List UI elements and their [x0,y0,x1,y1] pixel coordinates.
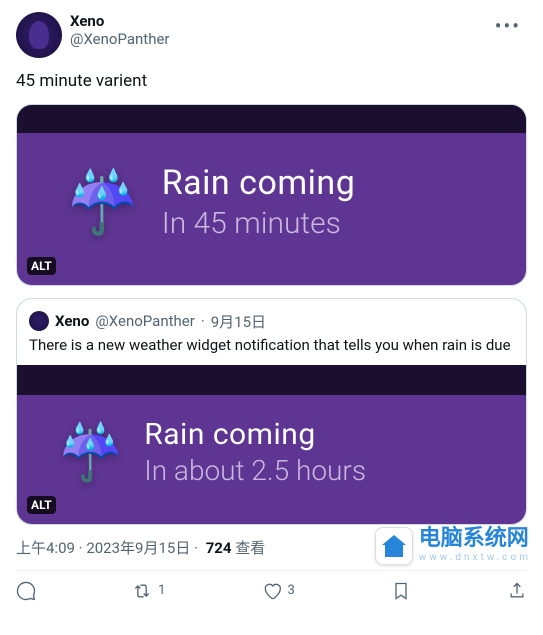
bookmark-button[interactable] [391,581,411,601]
tweet-date[interactable]: 2023年9月15日 [86,539,190,557]
user-handle: @XenoPanther [70,30,481,48]
avatar[interactable] [16,12,62,58]
author-names[interactable]: Xeno @XenoPanther [70,12,481,48]
share-button[interactable] [507,581,527,601]
umbrella-icon: ☔ [65,173,140,233]
tweet-media[interactable]: ☔ Rain coming In 45 minutes ALT [16,104,527,286]
views-count: 724 [206,539,232,557]
tweet-actions: 1 3 [16,570,527,601]
bookmark-icon [391,581,411,601]
quote-weather-widget: ☔ Rain coming In about 2.5 hours [17,365,526,523]
quoted-tweet[interactable]: Xeno @XenoPanther · 9月15日 There is a new… [16,298,527,525]
tweet-time[interactable]: 上午4:09 [16,539,75,557]
like-count: 3 [288,583,295,598]
heart-icon [262,581,282,601]
quote-text: There is a new weather widget notificati… [17,336,526,366]
quote-avatar [29,311,49,331]
quote-weather-title: Rain coming [144,417,366,453]
quote-date: 9月15日 [211,311,266,332]
like-button[interactable]: 3 [262,581,295,601]
quote-media: ☔ Rain coming In about 2.5 hours ALT [17,365,526,523]
reply-button[interactable] [16,581,36,601]
quote-handle: @XenoPanther [95,312,195,330]
tweet-text: 45 minute varient [16,70,527,92]
views-label: 查看 [235,539,265,557]
retweet-count: 1 [158,583,165,598]
tweet-meta: 上午4:09 · 2023年9月15日 · 724 查看 [16,537,527,558]
weather-subtitle: In 45 minutes [162,204,356,243]
umbrella-icon: ☔ [57,427,124,481]
display-name: Xeno [70,12,481,30]
share-icon [507,581,527,601]
quote-header: Xeno @XenoPanther · 9月15日 [17,299,526,336]
retweet-button[interactable]: 1 [132,581,165,601]
tweet-header: Xeno @XenoPanther ••• [16,12,527,58]
more-options-icon[interactable]: ••• [489,12,527,40]
retweet-icon [132,581,152,601]
quote-display-name: Xeno [55,312,89,330]
tweet-container: Xeno @XenoPanther ••• 45 minute varient … [0,0,543,613]
weather-widget: ☔ Rain coming In 45 minutes [17,105,526,285]
alt-badge[interactable]: ALT [27,257,56,275]
weather-title: Rain coming [162,163,356,204]
quote-weather-subtitle: In about 2.5 hours [144,453,366,489]
reply-icon [16,581,36,601]
alt-badge[interactable]: ALT [27,496,56,514]
